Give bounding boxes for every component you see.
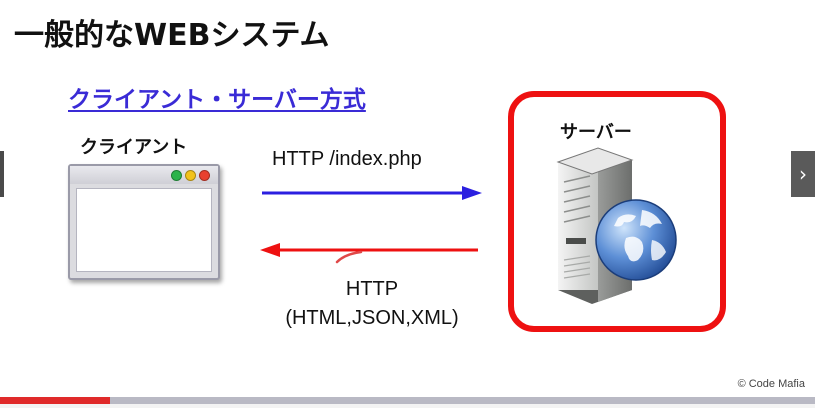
- window-dot-green-icon: [171, 170, 182, 181]
- server-with-globe-icon: [556, 147, 677, 304]
- response-label-line2: (HTML,JSON,XML): [285, 307, 459, 329]
- previous-slide-button[interactable]: [0, 151, 4, 197]
- window-dot-red-icon: [199, 170, 210, 181]
- response-label-line1: HTTP: [345, 278, 399, 300]
- request-arrow-icon: [262, 186, 482, 200]
- slide-subtitle: クライアント・サーバー方式: [68, 87, 366, 113]
- response-arrow-icon: [260, 243, 478, 257]
- browser-titlebar: [70, 166, 218, 184]
- video-progress-fill: [0, 397, 111, 404]
- slide-title: 一般的なWEBシステム: [14, 18, 330, 53]
- browser-window-icon: [68, 164, 220, 280]
- window-dot-yellow-icon: [185, 170, 196, 181]
- chevron-right-icon: ›: [799, 162, 807, 186]
- player-bottom-strip: [0, 404, 815, 408]
- video-progress-bar[interactable]: [0, 397, 815, 404]
- browser-content-pane: [76, 188, 212, 272]
- next-slide-button[interactable]: ›: [791, 151, 815, 197]
- client-label: クライアント: [80, 137, 188, 158]
- copyright-text: © Code Mafia: [737, 378, 805, 390]
- pen-mark-icon: [335, 250, 363, 264]
- request-label: HTTP /index.php: [272, 148, 422, 170]
- response-label: HTTP (HTML,JSON,XML): [262, 275, 482, 333]
